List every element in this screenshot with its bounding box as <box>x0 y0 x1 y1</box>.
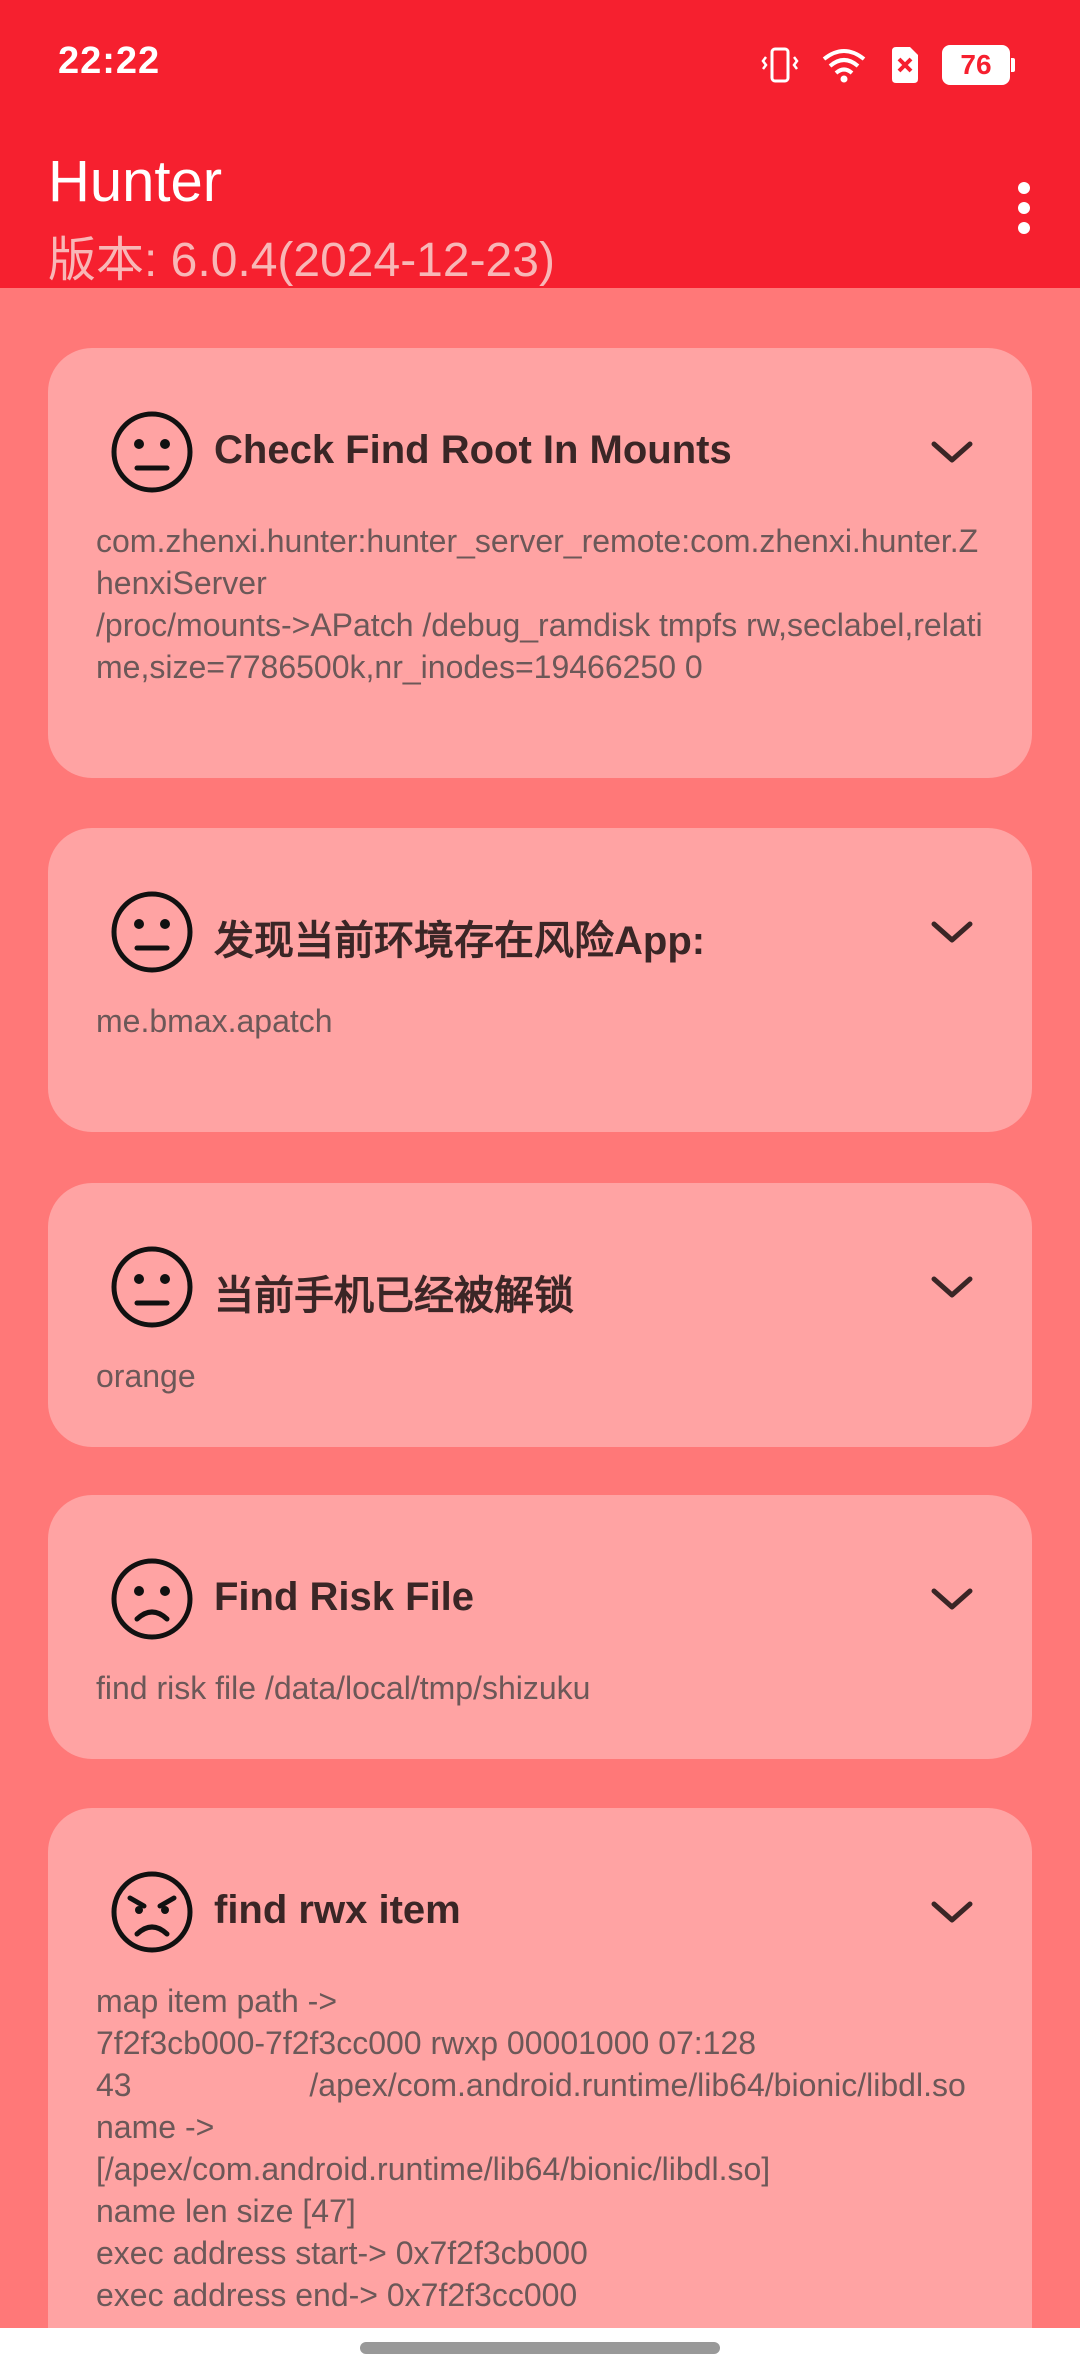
card-detail-text: orange <box>96 1358 196 1394</box>
result-card[interactable]: 发现当前环境存在风险App: me.bmax.apatch <box>48 828 1032 1132</box>
vibrate-icon <box>761 47 799 83</box>
neutral-face-icon <box>111 1246 193 1328</box>
card-title: Find Risk File <box>214 1575 475 1619</box>
angry-face-icon <box>111 1871 193 1953</box>
card-header[interactable]: 发现当前环境存在风险App: <box>110 890 1032 974</box>
no-sim-icon <box>892 47 918 83</box>
chevron-down-icon[interactable] <box>930 910 974 954</box>
status-icons: 76 <box>760 40 1015 90</box>
neutral-face-icon <box>111 891 193 973</box>
result-card[interactable]: Find Risk File find risk file /data/loca… <box>48 1495 1032 1759</box>
card-title: 发现当前环境存在风险App: <box>214 919 706 963</box>
card-header[interactable]: 当前手机已经被解锁 <box>110 1245 1032 1329</box>
results-list[interactable]: Check Find Root In Mounts com.zhenxi.hun… <box>0 288 1080 2328</box>
overflow-menu-button[interactable] <box>992 168 1056 248</box>
chevron-down-icon[interactable] <box>930 430 974 474</box>
card-detail-text: com.zhenxi.hunter:hunter_server_remote:c… <box>96 523 983 685</box>
card-header[interactable]: Check Find Root In Mounts <box>110 410 1032 494</box>
card-detail-text: find risk file /data/local/tmp/shizuku <box>96 1670 591 1706</box>
card-title: Check Find Root In Mounts <box>214 428 732 472</box>
battery-icon: 76 <box>942 45 1015 85</box>
version-subtitle: 版本: 6.0.4(2024-12-23) <box>48 234 555 287</box>
app-bar: Hunter 版本: 6.0.4(2024-12-23) <box>0 128 1080 288</box>
card-title: 当前手机已经被解锁 <box>214 1274 574 1318</box>
result-card[interactable]: Check Find Root In Mounts com.zhenxi.hun… <box>48 348 1032 778</box>
status-time: 22:22 <box>58 40 161 82</box>
more-vert-icon <box>1018 182 1030 234</box>
sad-face-icon <box>111 1558 193 1640</box>
card-title: find rwx item <box>214 1888 461 1932</box>
app-title: Hunter <box>48 149 223 214</box>
home-handle[interactable] <box>360 2342 720 2354</box>
gesture-nav-bar <box>0 2328 1080 2376</box>
chevron-down-icon[interactable] <box>930 1890 974 1934</box>
card-header[interactable]: find rwx item <box>110 1870 1032 1954</box>
status-bar: 22:22 76 <box>0 0 1080 128</box>
card-detail-text: map item path -> 7f2f3cb000-7f2f3cc000 r… <box>96 1983 966 2313</box>
card-detail-text: me.bmax.apatch <box>96 1003 333 1039</box>
card-header[interactable]: Find Risk File <box>110 1557 1032 1641</box>
battery-level: 76 <box>960 49 992 80</box>
chevron-down-icon[interactable] <box>930 1577 974 1621</box>
chevron-down-icon[interactable] <box>930 1265 974 1309</box>
neutral-face-icon <box>111 411 193 493</box>
result-card[interactable]: 当前手机已经被解锁 orange <box>48 1183 1032 1447</box>
wifi-icon <box>822 49 866 83</box>
result-card[interactable]: find rwx item map item path -> 7f2f3cb00… <box>48 1808 1032 2328</box>
